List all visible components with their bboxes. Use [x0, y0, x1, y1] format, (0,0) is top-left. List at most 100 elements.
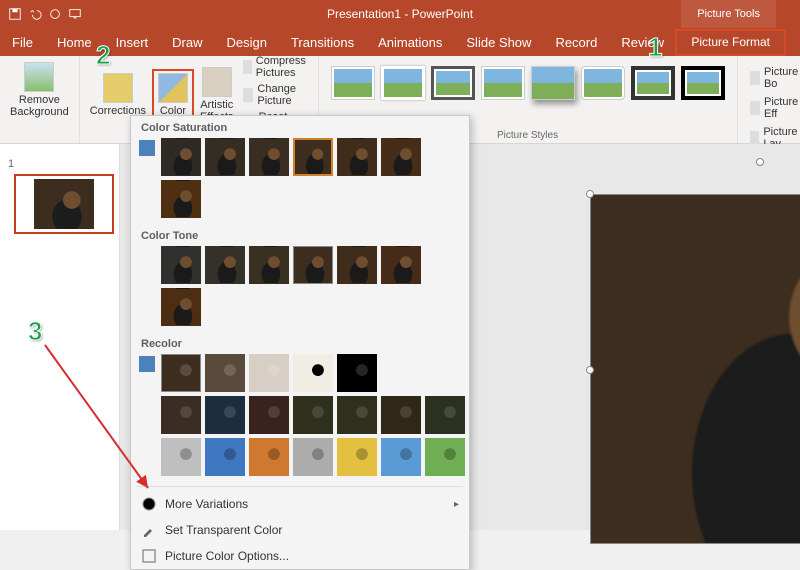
corrections-button[interactable]: Corrections — [86, 71, 150, 119]
recolor-title: Recolor — [131, 332, 469, 354]
tone-swatch[interactable] — [381, 246, 421, 284]
recolor-swatch[interactable] — [205, 438, 245, 476]
tone-grid — [131, 246, 469, 332]
resize-handle[interactable] — [586, 366, 594, 374]
redo-icon[interactable] — [48, 7, 62, 21]
undo-icon[interactable] — [28, 7, 42, 21]
slide-thumbnail[interactable] — [14, 174, 114, 234]
compress-pictures-button[interactable]: Compress Pictures — [243, 53, 311, 81]
tone-swatch[interactable] — [249, 246, 289, 284]
recolor-swatch[interactable] — [205, 354, 245, 392]
recolor-swatch[interactable] — [249, 354, 289, 392]
picture-border-button[interactable]: Picture Bo — [750, 64, 800, 92]
saturation-swatch[interactable] — [161, 180, 201, 218]
recolor-swatch[interactable] — [249, 396, 289, 434]
saturation-swatch[interactable] — [293, 138, 333, 176]
remove-background-button[interactable]: Remove Background — [6, 60, 73, 120]
recolor-swatch[interactable] — [381, 396, 421, 434]
change-picture-button[interactable]: Change Picture — [243, 81, 311, 109]
selected-picture[interactable] — [590, 194, 800, 544]
group-picture-format-extra: Picture Bo Picture Eff Picture Lay — [738, 56, 800, 143]
rotate-handle[interactable] — [756, 158, 764, 166]
styles-gallery[interactable] — [325, 60, 731, 106]
document-title: Presentation1 - PowerPoint — [327, 7, 473, 21]
tab-slideshow[interactable]: Slide Show — [454, 30, 543, 56]
group-adjust-bg: Remove Background — [0, 56, 80, 143]
resize-handle[interactable] — [586, 190, 594, 198]
quick-access-toolbar — [0, 7, 82, 21]
recolor-swatch[interactable] — [337, 354, 377, 392]
artistic-icon — [202, 67, 232, 97]
color-dropdown: Color Saturation Color Tone Recolor More… — [130, 115, 470, 570]
recolor-swatch[interactable] — [425, 396, 465, 434]
layout-icon — [750, 131, 760, 145]
tab-picture-format[interactable]: Picture Format — [675, 29, 786, 56]
save-icon[interactable] — [8, 7, 22, 21]
recolor-swatch[interactable] — [425, 438, 465, 476]
tab-insert[interactable]: Insert — [104, 30, 161, 56]
saturation-swatch[interactable] — [249, 138, 289, 176]
style-thumb[interactable] — [581, 66, 625, 100]
recolor-swatch[interactable] — [337, 438, 377, 476]
picture-color-options-label: Picture Color Options... — [165, 549, 289, 563]
slides-panel: 1 — [0, 144, 120, 530]
callout-2: 2 — [96, 40, 110, 71]
tab-draw[interactable]: Draw — [160, 30, 214, 56]
color-icon — [158, 73, 188, 103]
ribbon-tabs: File Home Insert Draw Design Transitions… — [0, 28, 800, 56]
picture-options-icon — [141, 548, 157, 564]
tone-swatch[interactable] — [161, 288, 201, 326]
recolor-swatch[interactable] — [293, 438, 333, 476]
more-variations-item[interactable]: More Variations ▸ — [131, 491, 469, 517]
style-thumb[interactable] — [331, 66, 375, 100]
tab-review[interactable]: Review — [609, 30, 676, 56]
saturation-swatch[interactable] — [337, 138, 377, 176]
tab-file[interactable]: File — [0, 30, 45, 56]
tone-swatch[interactable] — [293, 246, 333, 284]
style-thumb[interactable] — [531, 66, 575, 100]
style-thumb[interactable] — [631, 66, 675, 100]
recolor-swatch[interactable] — [293, 354, 333, 392]
change-picture-icon — [243, 88, 253, 102]
titlebar: Presentation1 - PowerPoint Picture Tools — [0, 0, 800, 28]
remove-bg-icon — [24, 62, 54, 92]
tab-record[interactable]: Record — [543, 30, 609, 56]
set-transparent-label: Set Transparent Color — [165, 523, 282, 537]
saturation-swatch[interactable] — [381, 138, 421, 176]
saturation-title: Color Saturation — [131, 116, 469, 138]
picture-effects-button[interactable]: Picture Eff — [750, 94, 800, 122]
picture-color-options-item[interactable]: Picture Color Options... — [131, 543, 469, 569]
style-thumb[interactable] — [681, 66, 725, 100]
set-transparent-color-item[interactable]: Set Transparent Color — [131, 517, 469, 543]
callout-3: 3 — [28, 316, 42, 347]
recolor-swatch[interactable] — [293, 396, 333, 434]
compress-label: Compress Pictures — [256, 55, 312, 79]
border-icon — [750, 71, 760, 85]
saturation-swatch[interactable] — [161, 138, 201, 176]
recolor-swatch[interactable] — [161, 396, 201, 434]
dropdown-separator — [137, 486, 463, 487]
recolor-swatch[interactable] — [161, 438, 201, 476]
chevron-right-icon: ▸ — [454, 499, 459, 510]
tone-swatch[interactable] — [161, 246, 201, 284]
compress-icon — [243, 60, 251, 74]
tab-home[interactable]: Home — [45, 30, 104, 56]
slideshow-icon[interactable] — [68, 7, 82, 21]
recolor-swatch[interactable] — [381, 438, 421, 476]
recolor-swatch[interactable] — [337, 396, 377, 434]
remove-bg-label: Remove Background — [10, 94, 69, 118]
tone-swatch[interactable] — [205, 246, 245, 284]
color-button[interactable]: Color — [152, 69, 194, 121]
saturation-swatch[interactable] — [205, 138, 245, 176]
tab-animations[interactable]: Animations — [366, 30, 454, 56]
recolor-grid — [131, 354, 469, 482]
recolor-swatch[interactable] — [205, 396, 245, 434]
saturation-icon — [139, 140, 155, 156]
style-thumb[interactable] — [431, 66, 475, 100]
recolor-swatch[interactable] — [249, 438, 289, 476]
slide-thumb-image — [34, 179, 94, 229]
recolor-swatch[interactable] — [161, 354, 201, 392]
tone-swatch[interactable] — [337, 246, 377, 284]
style-thumb[interactable] — [381, 66, 425, 100]
style-thumb[interactable] — [481, 66, 525, 100]
